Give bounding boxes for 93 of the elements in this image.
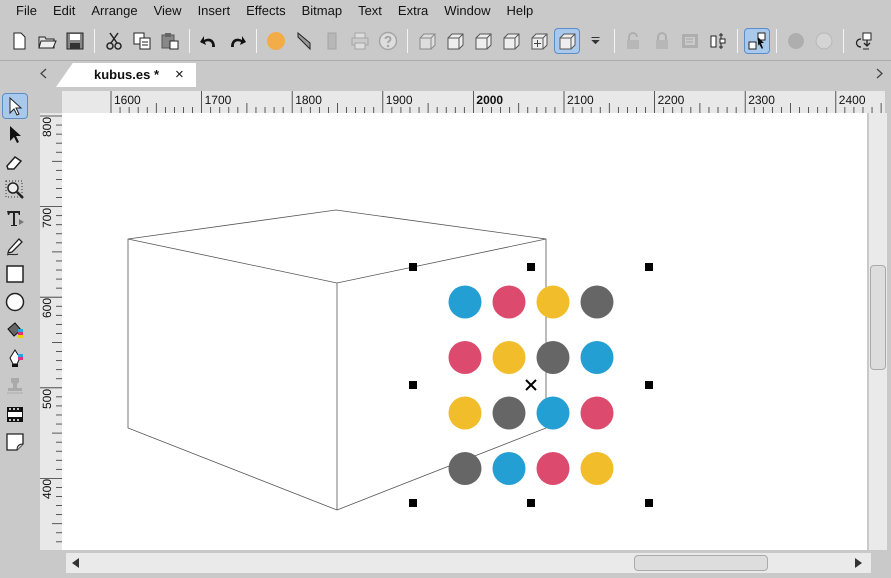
scroll-left-icon[interactable] — [40, 68, 47, 79]
ruler-label: 1800 — [295, 92, 322, 109]
ruler-label: 800 — [41, 117, 53, 138]
colored-dot[interactable] — [448, 286, 482, 318]
document-tab[interactable]: kubus.es * × — [56, 63, 196, 87]
ring-icon — [814, 30, 834, 50]
rotation-center-icon[interactable] — [525, 379, 537, 391]
ruler-label: 2300 — [748, 92, 775, 109]
colored-dot[interactable] — [536, 396, 570, 430]
cube-icon — [445, 30, 465, 50]
colored-dot[interactable] — [580, 396, 614, 430]
menu-item[interactable]: Bitmap — [294, 0, 350, 20]
menu-item[interactable]: Text — [350, 0, 390, 20]
horizontal-scrollbar[interactable] — [66, 553, 871, 573]
colored-dot[interactable] — [536, 341, 570, 374]
scroll-right-icon[interactable] — [876, 68, 883, 79]
paint-bucket-icon — [5, 320, 25, 340]
pencil-icon — [5, 236, 25, 256]
ruler-label: 700 — [41, 208, 53, 228]
stamp-icon — [5, 376, 25, 396]
circle-icon — [5, 292, 25, 312]
copy-icon — [132, 30, 152, 50]
page-curl-icon — [5, 432, 25, 452]
cube-icon — [501, 30, 521, 50]
colored-dot[interactable] — [580, 341, 614, 374]
colored-dot[interactable] — [448, 341, 482, 374]
colored-dot[interactable] — [448, 452, 482, 485]
scroll-thumb[interactable] — [870, 265, 886, 370]
cube-icon — [557, 30, 577, 50]
ruler-label: 1900 — [386, 92, 412, 109]
menu-item[interactable]: View — [146, 0, 190, 20]
scissors-icon — [104, 30, 124, 50]
colored-dot[interactable] — [492, 452, 526, 485]
vertical-scrollbar[interactable] — [869, 113, 887, 550]
colored-dot[interactable] — [492, 396, 526, 430]
cube-outline[interactable] — [128, 210, 546, 510]
ruler-label: 1700 — [204, 92, 232, 109]
menu-item[interactable]: Insert — [190, 0, 238, 20]
menu-item[interactable]: Effects — [238, 0, 294, 20]
ruler-label: 2100 — [567, 92, 594, 109]
selection-handle[interactable] — [645, 499, 653, 507]
menu-item[interactable]: File — [8, 0, 45, 20]
selection-handle[interactable] — [527, 499, 535, 507]
tool-button[interactable] — [2, 93, 28, 119]
selection-handle[interactable] — [409, 263, 417, 271]
overflow-caret-icon — [590, 37, 600, 44]
ruler-label: 1600 — [114, 92, 141, 109]
colored-dot[interactable] — [580, 452, 614, 485]
menu-item[interactable]: Help — [498, 0, 542, 20]
selection-handle[interactable] — [409, 499, 417, 507]
help-icon — [378, 30, 398, 50]
ruler-label: 2000 — [476, 92, 504, 109]
tab-title: kubus.es * — [94, 66, 160, 84]
colored-dot[interactable] — [492, 341, 526, 374]
film-strip-icon — [5, 404, 25, 424]
scroll-left-icon[interactable] — [72, 558, 80, 568]
pointer-squares-icon — [747, 30, 767, 50]
ruler-label: 2400 — [838, 92, 866, 109]
transform-icon — [853, 30, 873, 50]
toolbar-button[interactable] — [744, 28, 770, 54]
menu-item[interactable]: Arrange — [83, 0, 146, 20]
menu-item[interactable]: Edit — [44, 0, 84, 20]
ruler-label: 2200 — [658, 92, 684, 109]
clipboard-icon — [160, 30, 180, 50]
selection-handle[interactable] — [409, 381, 417, 389]
close-tab-icon[interactable]: × — [175, 64, 184, 86]
magnifier-icon — [5, 180, 25, 200]
scroll-thumb[interactable] — [634, 555, 768, 571]
align-icon — [708, 30, 728, 50]
selection-handle[interactable] — [527, 263, 535, 271]
ruler-label: 500 — [41, 388, 53, 409]
ruler-label: 400 — [41, 479, 53, 500]
ruler-label: 600 — [41, 298, 53, 318]
colored-dot[interactable] — [536, 452, 570, 485]
text-tool-icon — [5, 208, 25, 228]
colored-dot[interactable] — [448, 396, 482, 430]
square-icon — [5, 264, 25, 284]
filled-circle-icon — [786, 30, 806, 50]
selection-handle[interactable] — [645, 381, 653, 389]
menu-item[interactable]: Window — [436, 0, 498, 20]
menu-item[interactable]: Extra — [390, 0, 436, 20]
cube-icon — [473, 30, 493, 50]
scroll-right-icon[interactable] — [854, 558, 862, 568]
circle-icon — [266, 30, 286, 50]
colored-dot[interactable] — [580, 286, 614, 318]
drawing-canvas[interactable] — [62, 113, 867, 550]
printer-icon — [350, 30, 370, 50]
toolbar-button[interactable] — [554, 28, 580, 54]
selection-handle[interactable] — [645, 263, 653, 271]
cube-icon — [417, 30, 437, 50]
cube-plus-icon — [529, 30, 549, 50]
colored-dot[interactable] — [492, 286, 526, 318]
colored-dot[interactable] — [536, 286, 570, 318]
